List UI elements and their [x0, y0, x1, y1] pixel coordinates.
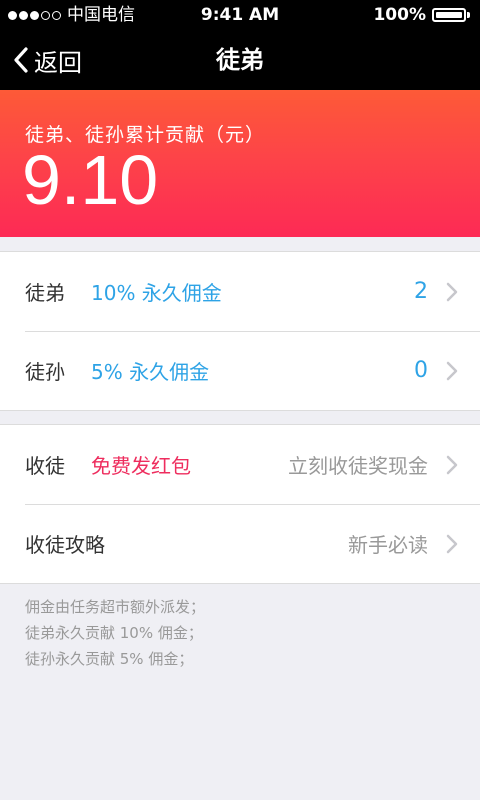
navigation-bar: 返回 徒弟: [0, 30, 480, 90]
battery-tip: [467, 12, 470, 18]
status-bar: 中国电信 9:41 AM 100%: [0, 0, 480, 30]
note-line: 徒弟永久贡献 10% 佣金；: [25, 624, 203, 642]
chevron-right-icon: [446, 361, 458, 381]
note-line: 佣金由任务超市额外派发；: [25, 598, 206, 616]
recruit-list: 收徒 免费发红包 立刻收徒奖现金 收徒攻略 新手必读: [0, 424, 480, 584]
list-item-disciple[interactable]: 徒弟 10% 永久佣金 2: [0, 252, 480, 331]
page-title: 徒弟: [216, 46, 264, 74]
row-title: 收徒: [25, 454, 65, 478]
row-count: 0: [414, 358, 428, 383]
row-action: 新手必读: [348, 533, 428, 557]
list-item-recruit[interactable]: 收徒 免费发红包 立刻收徒奖现金: [0, 425, 480, 504]
battery-percent: 100%: [373, 5, 426, 25]
row-action: 立刻收徒奖现金: [288, 454, 428, 478]
note-line: 徒孙永久贡献 5% 佣金；: [25, 650, 194, 668]
list-item-grand-disciple[interactable]: 徒孙 5% 永久佣金 0: [0, 331, 480, 410]
row-commission: 5% 永久佣金: [91, 360, 210, 384]
contribution-summary: 徒弟、徒孙累计贡献（元） 9.10: [0, 90, 480, 237]
chevron-right-icon: [446, 534, 458, 554]
contribution-amount: 9.10: [22, 141, 159, 219]
row-count: 2: [414, 279, 428, 304]
commission-notes: 佣金由任务超市额外派发； 徒弟永久贡献 10% 佣金； 徒孙永久贡献 5% 佣金…: [25, 594, 205, 672]
chevron-right-icon: [446, 455, 458, 475]
row-title: 徒孙: [25, 360, 65, 384]
red-packet-label: 免费发红包: [91, 454, 191, 478]
row-title: 徒弟: [25, 281, 65, 305]
battery-icon: [432, 8, 466, 22]
list-item-guide[interactable]: 收徒攻略 新手必读: [0, 504, 480, 583]
row-commission: 10% 永久佣金: [91, 281, 222, 305]
battery-info: 100%: [373, 0, 470, 30]
disciples-list: 徒弟 10% 永久佣金 2 徒孙 5% 永久佣金 0: [0, 251, 480, 411]
chevron-right-icon: [446, 282, 458, 302]
row-title: 收徒攻略: [25, 533, 105, 557]
